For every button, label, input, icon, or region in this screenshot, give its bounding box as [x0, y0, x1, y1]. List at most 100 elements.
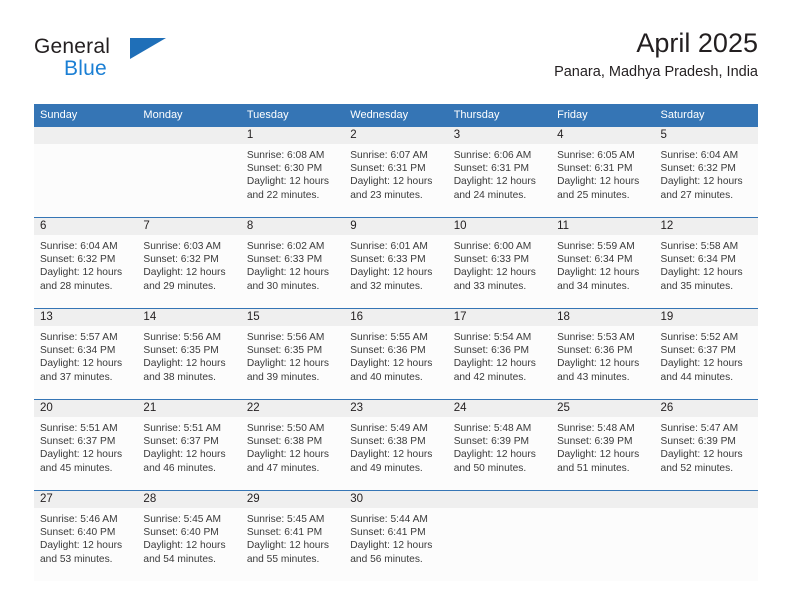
daylight-text: Daylight: 12 hours and 45 minutes. [40, 449, 123, 474]
sunset-text: Sunset: 6:38 PM [350, 436, 426, 448]
calendar-week-row: 1 Sunrise: 6:08 AM Sunset: 6:30 PM Daylight… [34, 126, 758, 218]
calendar-day-cell[interactable]: 2 Sunrise: 6:07 AM Sunset: 6:31 PM Daylight… [344, 126, 448, 218]
day-number [654, 491, 758, 508]
calendar-day-cell[interactable]: 6 Sunrise: 6:04 AM Sunset: 6:32 PM Daylight… [34, 217, 138, 309]
day-cell-details: Sunrise: 6:04 AM Sunset: 6:32 PM Daylight:… [655, 144, 758, 202]
calendar-page: General Blue April 2025 Panara, Madhya P… [0, 0, 792, 612]
calendar-day-cell[interactable]: 8 Sunrise: 6:02 AM Sunset: 6:33 PM Daylight… [240, 217, 345, 309]
day-number: 15 [240, 309, 345, 326]
calendar-day-cell[interactable]: 18 Sunrise: 5:53 AM Sunset: 6:36 PM Dayligh… [551, 308, 655, 400]
brand-logo[interactable]: General Blue [34, 36, 214, 86]
calendar-day-cell[interactable]: 25 Sunrise: 5:48 AM Sunset: 6:39 PM Dayligh… [551, 399, 655, 491]
sunrise-text: Sunrise: 5:51 AM [40, 423, 118, 434]
day-cell-inner: 2 Sunrise: 6:07 AM Sunset: 6:31 PM Daylight… [344, 127, 448, 217]
day-cell-inner [447, 491, 552, 581]
day-cell-inner: 14 Sunrise: 5:56 AM Sunset: 6:35 PM Dayligh… [137, 309, 241, 399]
calendar-day-cell[interactable]: 11 Sunrise: 5:59 AM Sunset: 6:34 PM Dayligh… [551, 217, 655, 309]
day-number: 9 [344, 218, 448, 235]
daylight-text: Daylight: 12 hours and 42 minutes. [453, 358, 536, 383]
calendar-day-cell[interactable]: 20 Sunrise: 5:51 AM Sunset: 6:37 PM Dayligh… [34, 399, 138, 491]
day-cell-details: Sunrise: 5:44 AM Sunset: 6:41 PM Daylight:… [344, 508, 447, 566]
page-subtitle: Panara, Madhya Pradesh, India [554, 64, 758, 81]
calendar-day-cell[interactable]: 12 Sunrise: 5:58 AM Sunset: 6:34 PM Dayligh… [654, 217, 758, 309]
calendar-day-cell-empty [654, 490, 758, 581]
day-cell-details: Sunrise: 6:08 AM Sunset: 6:30 PM Daylight:… [241, 144, 344, 202]
triangle-icon [130, 38, 166, 59]
sunset-text: Sunset: 6:35 PM [143, 345, 219, 357]
calendar-day-cell[interactable]: 28 Sunrise: 5:45 AM Sunset: 6:40 PM Dayligh… [137, 490, 241, 581]
day-cell-inner: 22 Sunrise: 5:50 AM Sunset: 6:38 PM Dayligh… [240, 400, 345, 490]
calendar-day-cell[interactable]: 5 Sunrise: 6:04 AM Sunset: 6:32 PM Daylight… [654, 126, 758, 218]
daylight-text: Daylight: 12 hours and 43 minutes. [557, 358, 640, 383]
day-cell-details: Sunrise: 6:03 AM Sunset: 6:32 PM Daylight:… [137, 235, 240, 293]
calendar-day-cell[interactable]: 27 Sunrise: 5:46 AM Sunset: 6:40 PM Dayligh… [34, 490, 138, 581]
daylight-text: Daylight: 12 hours and 34 minutes. [557, 267, 640, 292]
brand-name-blue: Blue [64, 57, 107, 80]
day-number [447, 491, 552, 508]
weekday-header-wednesday: Wednesday [344, 104, 448, 127]
calendar-day-cell[interactable]: 9 Sunrise: 6:01 AM Sunset: 6:33 PM Daylight… [344, 217, 448, 309]
sunrise-text: Sunrise: 6:04 AM [40, 241, 118, 252]
calendar-day-cell[interactable]: 10 Sunrise: 6:00 AM Sunset: 6:33 PM Dayligh… [447, 217, 552, 309]
calendar-day-cell[interactable]: 4 Sunrise: 6:05 AM Sunset: 6:31 PM Daylight… [551, 126, 655, 218]
daylight-text: Daylight: 12 hours and 52 minutes. [660, 449, 743, 474]
calendar-day-cell[interactable]: 26 Sunrise: 5:47 AM Sunset: 6:39 PM Dayligh… [654, 399, 758, 491]
calendar-day-cell[interactable]: 24 Sunrise: 5:48 AM Sunset: 6:39 PM Dayligh… [447, 399, 552, 491]
day-number: 5 [654, 127, 758, 144]
calendar-day-cell[interactable]: 17 Sunrise: 5:54 AM Sunset: 6:36 PM Dayligh… [447, 308, 552, 400]
calendar-day-cell[interactable]: 23 Sunrise: 5:49 AM Sunset: 6:38 PM Dayligh… [344, 399, 448, 491]
calendar-day-cell[interactable]: 22 Sunrise: 5:50 AM Sunset: 6:38 PM Dayligh… [240, 399, 345, 491]
day-cell-details: Sunrise: 6:06 AM Sunset: 6:31 PM Daylight:… [448, 144, 551, 202]
day-cell-inner: 1 Sunrise: 6:08 AM Sunset: 6:30 PM Daylight… [240, 127, 345, 217]
day-cell-details: Sunrise: 5:46 AM Sunset: 6:40 PM Daylight:… [34, 508, 137, 566]
day-cell-inner: 10 Sunrise: 6:00 AM Sunset: 6:33 PM Dayligh… [447, 218, 552, 308]
page-header: General Blue April 2025 Panara, Madhya P… [34, 28, 758, 96]
calendar-day-cell[interactable]: 3 Sunrise: 6:06 AM Sunset: 6:31 PM Daylight… [447, 126, 552, 218]
calendar-day-cell[interactable]: 7 Sunrise: 6:03 AM Sunset: 6:32 PM Daylight… [137, 217, 241, 309]
calendar-day-cell[interactable]: 30 Sunrise: 5:44 AM Sunset: 6:41 PM Dayligh… [344, 490, 448, 581]
day-cell-details: Sunrise: 5:54 AM Sunset: 6:36 PM Daylight:… [448, 326, 551, 384]
day-number: 3 [447, 127, 552, 144]
day-cell-inner [137, 127, 241, 217]
weekday-header-friday: Friday [551, 104, 655, 127]
daylight-text: Daylight: 12 hours and 49 minutes. [350, 449, 433, 474]
calendar-week-row: 20 Sunrise: 5:51 AM Sunset: 6:37 PM Dayligh… [34, 399, 758, 491]
calendar-day-cell[interactable]: 16 Sunrise: 5:55 AM Sunset: 6:36 PM Dayligh… [344, 308, 448, 400]
day-number: 1 [240, 127, 345, 144]
day-number: 4 [551, 127, 655, 144]
sunset-text: Sunset: 6:34 PM [557, 254, 633, 266]
calendar-day-cell[interactable]: 19 Sunrise: 5:52 AM Sunset: 6:37 PM Dayligh… [654, 308, 758, 400]
daylight-text: Daylight: 12 hours and 30 minutes. [246, 267, 329, 292]
daylight-text: Daylight: 12 hours and 51 minutes. [557, 449, 640, 474]
daylight-text: Daylight: 12 hours and 56 minutes. [350, 540, 433, 565]
day-cell-details: Sunrise: 5:57 AM Sunset: 6:34 PM Daylight:… [34, 326, 137, 384]
calendar-day-cell[interactable]: 1 Sunrise: 6:08 AM Sunset: 6:30 PM Daylight… [240, 126, 345, 218]
daylight-text: Daylight: 12 hours and 50 minutes. [453, 449, 536, 474]
calendar-body: 1 Sunrise: 6:08 AM Sunset: 6:30 PM Daylight… [34, 126, 758, 581]
day-number: 13 [34, 309, 138, 326]
sunrise-text: Sunrise: 5:47 AM [660, 423, 739, 434]
day-number: 16 [344, 309, 448, 326]
sunrise-text: Sunrise: 5:48 AM [453, 423, 532, 434]
day-cell-details: Sunrise: 6:02 AM Sunset: 6:33 PM Daylight:… [241, 235, 344, 293]
calendar-day-cell[interactable]: 13 Sunrise: 5:57 AM Sunset: 6:34 PM Dayligh… [34, 308, 138, 400]
sunset-text: Sunset: 6:35 PM [246, 345, 323, 357]
daylight-text: Daylight: 12 hours and 27 minutes. [660, 176, 743, 201]
day-number: 14 [137, 309, 241, 326]
day-cell-inner: 18 Sunrise: 5:53 AM Sunset: 6:36 PM Dayligh… [551, 309, 655, 399]
day-cell-inner: 28 Sunrise: 5:45 AM Sunset: 6:40 PM Dayligh… [137, 491, 241, 581]
calendar-day-cell[interactable]: 21 Sunrise: 5:51 AM Sunset: 6:37 PM Dayligh… [137, 399, 241, 491]
calendar-day-cell[interactable]: 15 Sunrise: 5:56 AM Sunset: 6:35 PM Dayligh… [240, 308, 345, 400]
sunrise-text: Sunrise: 5:50 AM [246, 423, 325, 434]
calendar-day-cell[interactable]: 29 Sunrise: 5:45 AM Sunset: 6:41 PM Dayligh… [240, 490, 345, 581]
day-number: 21 [137, 400, 241, 417]
calendar-day-cell[interactable]: 14 Sunrise: 5:56 AM Sunset: 6:35 PM Dayligh… [137, 308, 241, 400]
page-title: April 2025 [636, 28, 758, 58]
sunrise-text: Sunrise: 5:56 AM [246, 332, 325, 343]
sunrise-text: Sunrise: 6:06 AM [453, 150, 532, 161]
sunrise-text: Sunrise: 5:56 AM [143, 332, 222, 343]
sunset-text: Sunset: 6:41 PM [246, 527, 323, 539]
day-cell-details: Sunrise: 6:07 AM Sunset: 6:31 PM Daylight:… [344, 144, 447, 202]
day-cell-details: Sunrise: 5:59 AM Sunset: 6:34 PM Daylight:… [551, 235, 654, 293]
sunrise-text: Sunrise: 5:59 AM [557, 241, 635, 252]
